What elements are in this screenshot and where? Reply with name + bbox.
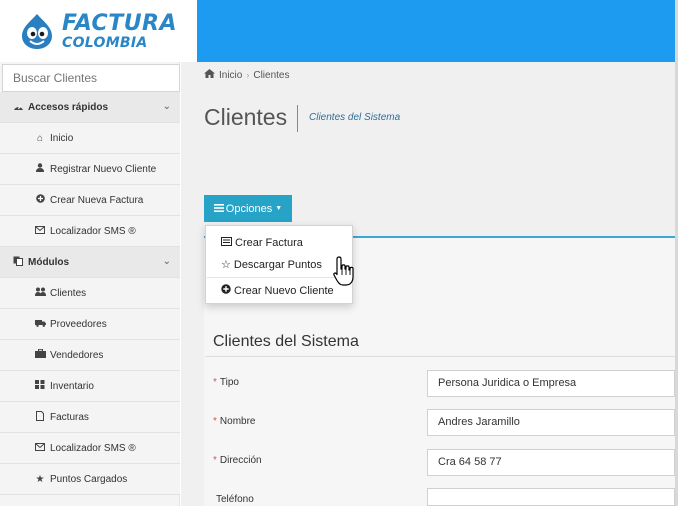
sidebar-item-label: Proveedores [50,318,107,330]
nombre-label: * Nombre [213,416,255,427]
required-mark: * [213,416,217,427]
envelope-icon [34,225,46,237]
opciones-label: Opciones [225,202,273,215]
sidebar-item-inventario[interactable]: Inventario [0,371,180,402]
star-icon: ★ [35,473,45,485]
sidebar-item-label: Registrar Nuevo Cliente [50,163,157,175]
menu-item-label: Crear Nuevo Cliente [234,284,334,297]
logo-line1: FACTURA [62,10,178,36]
chevron-down-icon: ⌄ [162,101,171,112]
dashboard-icon [12,101,24,114]
logo[interactable]: FACTURA COLOMBIA [0,0,197,62]
field-label: Tipo [219,377,239,388]
sidebar-section-modulos[interactable]: Módulos ⌄ [0,247,180,278]
search-input[interactable] [2,64,180,92]
hand-cursor-icon [333,256,354,286]
sidebar-item-clientes[interactable]: Clientes [0,278,180,309]
direccion-input[interactable]: Cra 64 58 77 [427,449,675,476]
required-mark: * [213,455,217,466]
sidebar-item-label: Localizador SMS ® [50,225,136,237]
menu-item-label: Descargar Puntos [233,258,322,271]
sidebar-section-label: Módulos [28,256,70,268]
sidebar-item-label: Facturas [50,411,89,423]
sidebar-item-vendedores[interactable]: Vendedores [0,340,180,371]
envelope-icon [34,442,46,454]
briefcase-icon [34,348,46,361]
field-label: Nombre [219,416,256,427]
sidebar-item-localizador-sms[interactable]: Localizador SMS ® [0,216,180,247]
caret-down-icon: ▼ [275,205,283,212]
grid-icon [34,380,46,392]
breadcrumb-current: Clientes [253,69,290,81]
page-subtitle: Clientes del Sistema [309,112,401,123]
file-icon [34,410,46,424]
chevron-down-icon: ⌄ [162,256,171,267]
tipo-select[interactable]: Persona Juridica o Empresa [427,370,675,397]
panel-divider [205,356,675,357]
sidebar-item-label: Clientes [50,287,87,299]
copy-icon [12,256,24,269]
mascot-logo-icon [22,14,52,49]
menu-item-crear-cliente[interactable]: Crear Nuevo Cliente [221,284,334,297]
sidebar-section-label: Accesos rápidos [28,101,109,113]
logo-text: FACTURA COLOMBIA [62,10,178,51]
sidebar-item-inicio[interactable]: ⌂ Inicio [0,123,180,154]
telefono-label: Teléfono [213,494,254,505]
sidebar-item-label: Crear Nueva Factura [50,194,144,206]
sidebar-item-facturas[interactable]: Facturas [0,402,180,433]
telefono-input[interactable] [427,488,675,506]
truck-icon [34,319,46,330]
user-icon [34,163,46,175]
nombre-input[interactable]: Andres Jaramillo [427,409,675,436]
required-mark: * [213,377,217,388]
breadcrumb-separator-icon: › [246,70,250,80]
menu-item-crear-factura[interactable]: Crear Factura [221,237,303,249]
opciones-dropdown-menu: Crear Factura ☆ Descargar Puntos Crear N… [205,225,353,304]
plus-circle-icon [221,284,231,297]
menu-bars-icon [213,203,224,215]
menu-divider [207,277,352,278]
sidebar-item-localizador-sms-2[interactable]: Localizador SMS ® [0,433,180,464]
users-icon [34,287,46,299]
plus-circle-icon [34,194,46,206]
breadcrumb: Inicio › Clientes [204,69,290,81]
sidebar-item-puntos-cargados[interactable]: ★ Puntos Cargados [0,464,180,495]
breadcrumb-home-link[interactable]: Inicio [219,70,242,81]
title-divider [297,105,298,132]
sidebar-item-label: Inventario [50,380,94,392]
tipo-label: * Tipo [213,377,239,388]
logo-line2: COLOMBIA [62,34,148,51]
sidebar-item-label: Localizador SMS ® [50,442,136,454]
home-icon: ⌂ [36,132,44,144]
sidebar-section-accesos[interactable]: Accesos rápidos ⌄ [0,92,180,123]
field-label: Teléfono [216,494,254,505]
page-title: Clientes [204,104,288,130]
menu-item-label: Crear Factura [235,237,303,249]
direccion-label: * Dirección [213,455,262,466]
sidebar-item-registrar-cliente[interactable]: Registrar Nuevo Cliente [0,154,180,185]
sidebar-item-proveedores[interactable]: Proveedores [0,309,180,340]
top-navbar [197,0,675,62]
field-label: Dirección [219,455,262,466]
menu-item-descargar-puntos[interactable]: ☆ Descargar Puntos [221,258,322,272]
sidebar-item-label: Vendedores [50,349,104,361]
opciones-button[interactable]: Opciones ▼ [204,195,292,222]
sidebar-item-label: Puntos Cargados [50,473,128,485]
home-icon [204,69,215,81]
star-outline-icon: ☆ [221,259,231,271]
list-icon [221,237,232,249]
sidebar-item-crear-factura[interactable]: Crear Nueva Factura [0,185,180,216]
panel-title: Clientes del Sistema [213,333,359,350]
sidebar-item-label: Inicio [50,132,74,144]
